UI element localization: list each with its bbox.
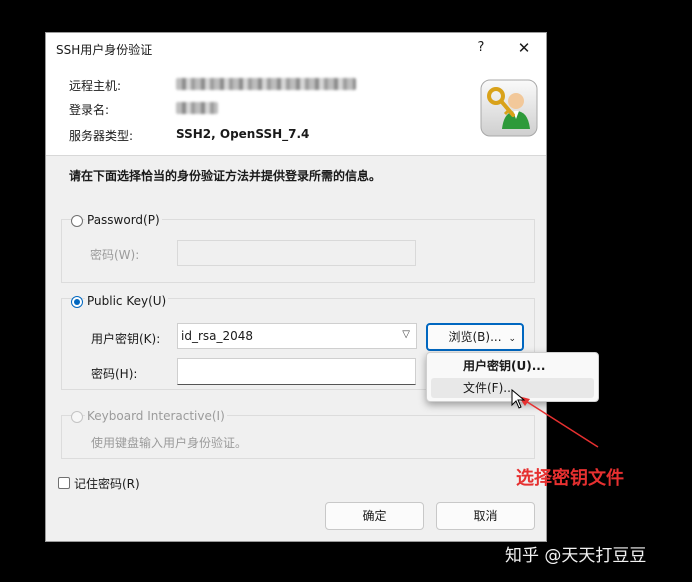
annotation-arrow-line [520, 397, 599, 448]
mouse-cursor-icon [511, 388, 526, 409]
annotation-overlay [511, 388, 599, 448]
annotation-text: 选择密钥文件 [516, 468, 624, 489]
watermark-text: 知乎 @天天打豆豆 [505, 546, 647, 566]
